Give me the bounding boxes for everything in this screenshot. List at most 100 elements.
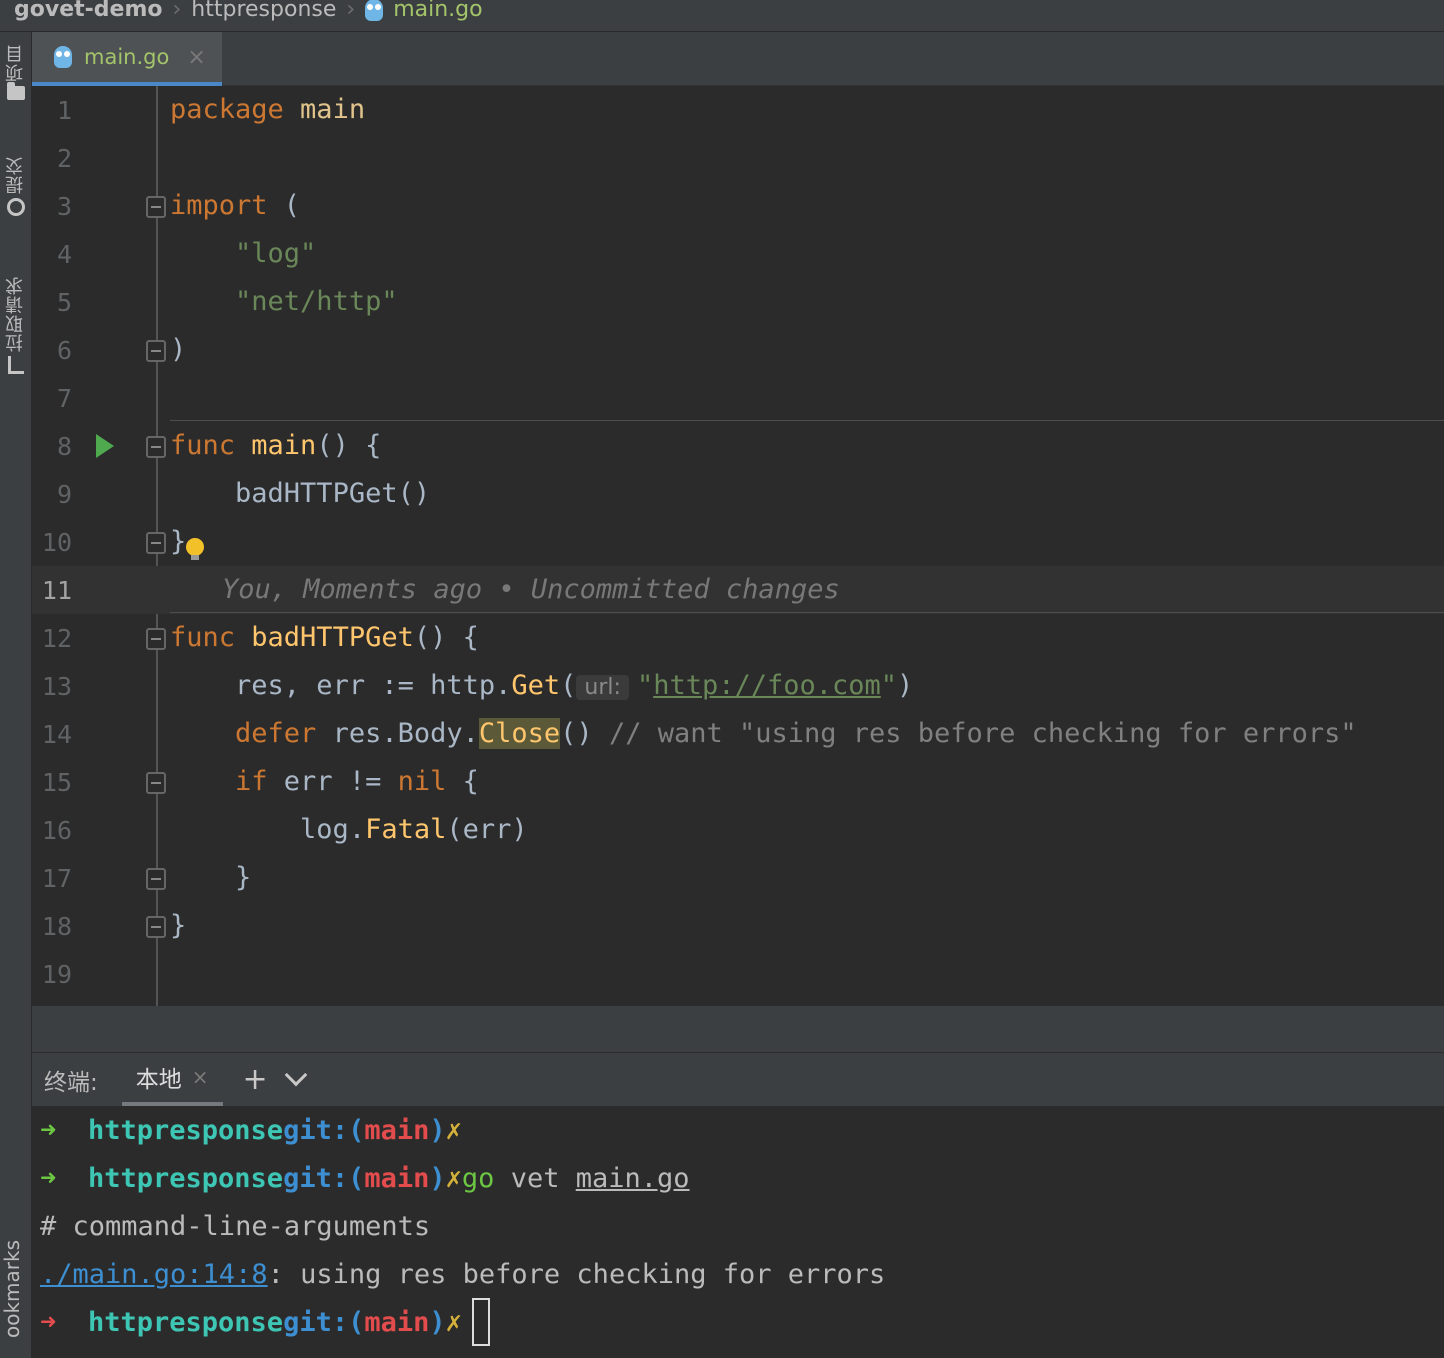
go-file-icon: [365, 0, 384, 21]
code-line: 10 }: [32, 518, 1444, 566]
new-terminal-button[interactable]: +: [243, 1062, 268, 1097]
keyword: nil: [397, 766, 447, 797]
code-text: () {: [413, 622, 479, 653]
fold-icon[interactable]: [146, 916, 166, 938]
bookmarks-label: ookmarks: [0, 1240, 24, 1339]
code-comment: // want "using res before checking for e…: [608, 718, 1357, 749]
prompt-git-close: ): [429, 1114, 446, 1146]
code-text: (: [267, 190, 301, 221]
function-name: Get: [511, 670, 561, 701]
code-line-current: 11 You, Moments ago • Uncommitted change…: [32, 566, 1444, 614]
close-tab-icon[interactable]: ×: [192, 1065, 209, 1089]
code-text: res, err := http.: [235, 670, 512, 701]
function-separator: [170, 612, 1444, 613]
string-literal: "log": [235, 238, 317, 269]
dirty-icon: ✗: [445, 1162, 462, 1194]
package-name: main: [283, 94, 366, 125]
code-line: 6 ): [32, 326, 1444, 374]
url-link[interactable]: http://foo.com: [653, 670, 881, 701]
line-number: 2: [56, 144, 72, 173]
prompt-dir: httpresponse: [88, 1162, 284, 1194]
code-line: 1 package main: [32, 86, 1444, 134]
line-number: 7: [56, 384, 72, 413]
fold-icon[interactable]: [146, 628, 166, 650]
terminal-tab-label: 本地: [135, 1067, 182, 1093]
line-number: 17: [41, 864, 72, 893]
line-number: 15: [41, 768, 72, 797]
pull-request-icon: [8, 356, 24, 374]
fold-icon[interactable]: [146, 436, 166, 458]
error-location-link[interactable]: ./main.go:14:8: [40, 1259, 268, 1290]
code-line: 2: [32, 134, 1444, 182]
bookmarks-tool-button[interactable]: ookmarks: [0, 1240, 32, 1358]
editor-tab-label: main.go: [84, 45, 170, 69]
line-number: 14: [41, 720, 72, 749]
fold-icon[interactable]: [146, 532, 166, 554]
breadcrumb-folder[interactable]: httpresponse: [191, 0, 336, 22]
terminal-line: # command-line-arguments: [40, 1202, 430, 1250]
string-literal: ": [636, 670, 654, 701]
breadcrumb-project[interactable]: govet-demo: [14, 0, 162, 22]
code-editor[interactable]: 1 package main 2 3 import ( 4 "log" 5 "n…: [32, 86, 1444, 1006]
line-number: 19: [41, 960, 72, 989]
terminal-line: ➜ httpresponse git:(main) ✗ go vet main.g…: [40, 1154, 690, 1202]
prompt-git-close: ): [429, 1162, 446, 1194]
line-number: 9: [56, 480, 72, 509]
command-go: go: [461, 1162, 495, 1194]
code-line: 17 }: [32, 854, 1444, 902]
terminal-line: ➜ httpresponse git:(main) ✗: [40, 1106, 462, 1154]
editor-tab-bar: main.go ×: [32, 32, 1444, 86]
fold-icon[interactable]: [146, 868, 166, 890]
code-line: 16 log.Fatal(err): [32, 806, 1444, 854]
close-tab-icon[interactable]: ×: [187, 45, 205, 70]
function-name: badHTTPGet: [235, 622, 414, 653]
code-text: res.Body.: [316, 718, 479, 749]
terminal[interactable]: ➜ httpresponse git:(main) ✗ ➜ httpresponse…: [32, 1106, 1444, 1358]
code-text: () {: [316, 430, 382, 461]
terminal-output: # command-line-arguments: [40, 1210, 431, 1242]
command-file-link[interactable]: main.go: [576, 1163, 690, 1194]
fold-icon[interactable]: [146, 340, 166, 362]
line-number: 16: [41, 816, 72, 845]
fold-icon[interactable]: [146, 772, 166, 794]
chevron-down-icon[interactable]: [284, 1063, 307, 1086]
code-line: 13 res, err := http.Get(url: "http://foo.…: [32, 662, 1444, 710]
fold-icon[interactable]: [146, 196, 166, 218]
commit-tool-button[interactable]: 提交: [0, 156, 32, 216]
dirty-icon: ✗: [445, 1114, 462, 1146]
line-number: 6: [56, 336, 72, 365]
breadcrumb-separator: ›: [172, 0, 182, 22]
line-number: 3: [56, 192, 72, 221]
prompt-dir: httpresponse: [88, 1306, 284, 1338]
line-number: 10: [41, 528, 72, 557]
code-line: 9 badHTTPGet(): [32, 470, 1444, 518]
tool-window-strip: 项目 提交 拉取请求: [0, 32, 32, 1358]
code-line: 8 func main() {: [32, 422, 1444, 470]
prompt-git: git:(: [283, 1114, 365, 1146]
dirty-icon: ✗: [445, 1306, 462, 1338]
parameter-hint: url:: [576, 675, 629, 700]
pull-requests-tool-button[interactable]: 拉取请求: [0, 276, 32, 374]
lightbulb-icon[interactable]: [186, 538, 205, 560]
terminal-line: ./main.go:14:8: using res before checkin…: [40, 1250, 885, 1298]
code-text: log.: [300, 814, 366, 845]
terminal-title: 终端:: [44, 1069, 98, 1096]
prompt-branch: main: [364, 1162, 430, 1194]
terminal-tab-local[interactable]: 本地 ×: [121, 1053, 223, 1107]
prompt-arrow-icon: ➜: [40, 1306, 57, 1338]
keyword: import: [170, 190, 268, 221]
keyword: package: [170, 94, 284, 125]
editor-tab-main-go[interactable]: main.go ×: [32, 32, 222, 86]
breadcrumb-file[interactable]: main.go: [393, 0, 482, 22]
line-number: 11: [41, 576, 72, 605]
commit-tool-label: 提交: [5, 156, 26, 194]
code-line: 4 "log": [32, 230, 1444, 278]
code-text: {: [446, 766, 479, 797]
go-file-icon: [54, 46, 72, 68]
line-number: 18: [41, 912, 72, 941]
run-icon[interactable]: [96, 434, 114, 458]
code-line: 7: [32, 374, 1444, 422]
code-text: (: [560, 670, 577, 701]
project-tool-button[interactable]: 项目: [0, 44, 32, 100]
code-text: err !=: [267, 766, 398, 797]
